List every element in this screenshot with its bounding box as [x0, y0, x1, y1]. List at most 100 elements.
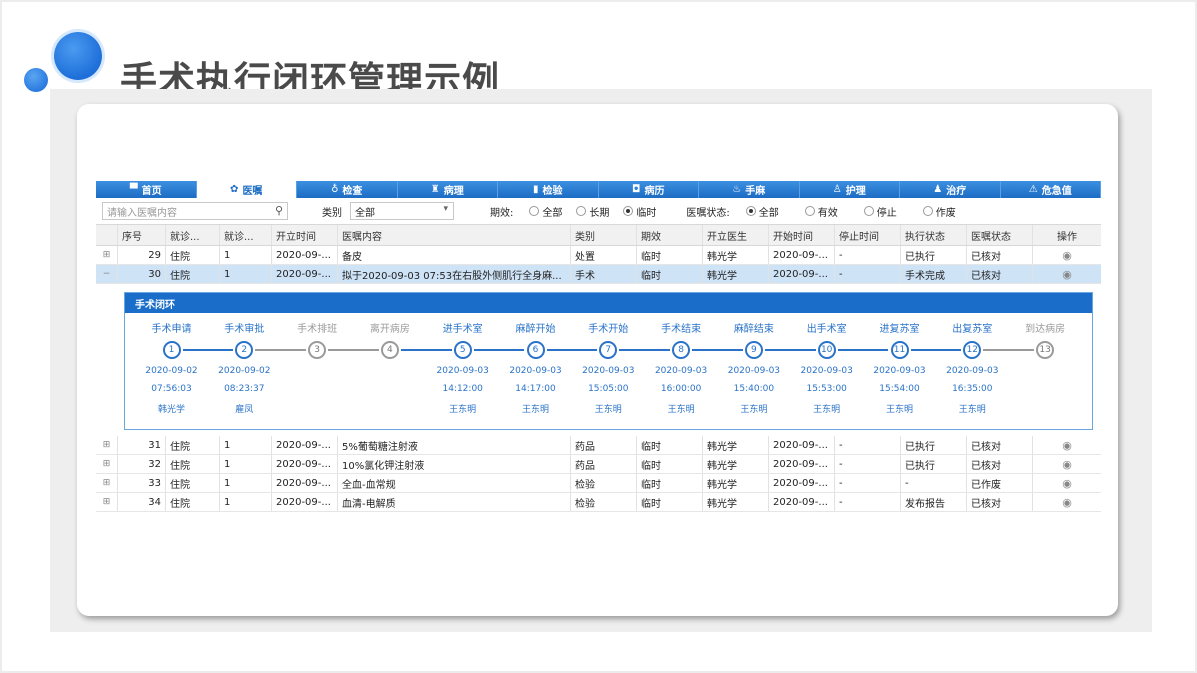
step-person: 王东明 — [740, 405, 768, 415]
period-radio-1[interactable]: 长期 — [576, 204, 609, 219]
view-eye-icon[interactable]: ◉ — [1033, 455, 1101, 473]
loop-step[interactable]: 进手术室 5 2020-09-03 14:12:00 王东明 — [426, 313, 499, 415]
radio-circle[interactable] — [922, 206, 933, 216]
column-header[interactable]: 序号 — [118, 225, 166, 245]
tab-label: 治疗 — [946, 186, 967, 197]
table-row[interactable]: ⊞ 34 住院 1 2020-09-... 血清-电解质 检验 临时 韩光学 2020-09-..… — [96, 493, 1101, 512]
step-time: 15:05:00 — [588, 384, 629, 394]
tab-home[interactable]: ▀ 首页 — [96, 181, 197, 198]
radio-circle[interactable] — [863, 206, 874, 216]
loop-step[interactable]: 离开病房 4 — [353, 313, 426, 415]
loop-step[interactable]: 出手术室 10 2020-09-03 15:53:00 王东明 — [790, 313, 863, 415]
step-date: 2020-09-02 — [218, 366, 271, 376]
column-header[interactable]: 开立医生 — [703, 225, 769, 245]
filter-bar: 请输入医嘱内容 ⚲ 类别 全部 ▾ 期效: 全部 长期 临时 医嘱状态: 全部 有效 停… — [96, 198, 1101, 224]
loop-step[interactable]: 手术排班 3 — [281, 313, 354, 415]
column-header[interactable]: 期效 — [637, 225, 703, 245]
column-header[interactable]: 就诊... — [220, 225, 272, 245]
step-connector — [328, 349, 379, 351]
tab-pathology[interactable]: ♜ 病理 — [398, 181, 498, 198]
tab-orders[interactable]: ✿ 医嘱 — [196, 181, 297, 198]
cell-exec: 手术完成 — [901, 265, 967, 283]
loop-step[interactable]: 手术开始 7 2020-09-03 15:05:00 王东明 — [572, 313, 645, 415]
cell-v2: 1 — [220, 474, 272, 492]
radio-circle[interactable] — [529, 206, 540, 216]
status-radio-0[interactable]: 全部 — [745, 204, 779, 219]
view-eye-icon[interactable]: ◉ — [1033, 474, 1101, 492]
cell-time: 2020-09-... — [272, 246, 338, 264]
cell-v2: 1 — [220, 493, 272, 511]
status-label: 医嘱状态: — [686, 207, 730, 219]
column-header[interactable]: 医嘱内容 — [338, 225, 571, 245]
tab-treatment[interactable]: ♟ 治疗 — [900, 181, 1001, 198]
status-radio-2[interactable]: 停止 — [863, 204, 897, 219]
radio-circle[interactable] — [745, 206, 756, 216]
step-date: 2020-09-03 — [582, 366, 635, 376]
decor-circle-small — [24, 68, 48, 92]
step-connector — [546, 349, 598, 351]
table-row[interactable]: ⊞ 32 住院 1 2020-09-... 10%氯化钾注射液 药品 临时 韩光学 2020-09… — [96, 455, 1101, 474]
loop-step[interactable]: 出复苏室 12 2020-09-03 16:35:00 王东明 — [936, 313, 1009, 415]
loop-step[interactable]: 手术申请 1 2020-09-02 07:56:03 韩光学 — [135, 313, 208, 415]
period-radio-2[interactable]: 临时 — [623, 204, 656, 219]
table-row[interactable]: ⊞ 33 住院 1 2020-09-... 全血-血常规 检验 临时 韩光学 2020-09-..… — [96, 474, 1101, 493]
period-radio-0[interactable]: 全部 — [529, 204, 562, 219]
loop-step[interactable]: 手术审批 2 2020-09-02 08:23:37 雇凤 — [208, 313, 281, 415]
cell-status: 已核对 — [967, 493, 1033, 511]
radio-circle[interactable] — [576, 206, 587, 216]
category-select[interactable]: 全部 ▾ — [350, 202, 454, 220]
step-number-circle: 8 — [672, 341, 691, 359]
search-icon[interactable]: ⚲ — [275, 204, 283, 217]
cell-time: 2020-09-... — [272, 436, 338, 454]
tab-record[interactable]: ◘ 病历 — [599, 181, 699, 198]
column-header[interactable]: 操作 — [1033, 225, 1101, 245]
radio-circle[interactable] — [623, 206, 634, 216]
tab-exam[interactable]: ♁ 检查 — [297, 181, 398, 198]
expand-icon[interactable]: ⊞ — [96, 493, 118, 511]
cell-exec: 发布报告 — [901, 493, 967, 511]
search-input[interactable]: 请输入医嘱内容 ⚲ — [102, 202, 288, 220]
step-date: 2020-09-03 — [509, 366, 562, 376]
loop-step[interactable]: 到达病房 13 — [1009, 313, 1082, 415]
tab-label: 检验 — [542, 186, 563, 197]
tab-anesthesia[interactable]: ♨ 手麻 — [699, 181, 800, 198]
expand-icon[interactable]: ⊞ — [96, 455, 118, 473]
cell-start: 2020-09-... — [769, 436, 835, 454]
view-eye-icon[interactable]: ◉ — [1033, 493, 1101, 511]
status-radio-3[interactable]: 作废 — [922, 204, 956, 219]
step-date: 2020-09-03 — [946, 366, 999, 376]
expand-icon[interactable]: ⊞ — [96, 436, 118, 454]
warning-icon: ⚠ — [1028, 184, 1038, 195]
tab-warning[interactable]: ⚠ 危急值 — [1001, 181, 1101, 198]
tab-lab[interactable]: ▮ 检验 — [498, 181, 599, 198]
step-time: 08:23:37 — [224, 384, 265, 394]
column-header[interactable]: 就诊... — [166, 225, 220, 245]
loop-step[interactable]: 手术结束 8 2020-09-03 16:00:00 王东明 — [645, 313, 718, 415]
loop-step[interactable]: 麻醉结束 9 2020-09-03 15:40:00 王东明 — [717, 313, 790, 415]
column-header[interactable]: 开始时间 — [769, 225, 835, 245]
step-person: 雇凤 — [235, 405, 254, 415]
step-name: 麻醉结束 — [733, 324, 774, 335]
column-header[interactable]: 停止时间 — [835, 225, 901, 245]
column-header[interactable]: 医嘱状态 — [967, 225, 1033, 245]
tab-nursing[interactable]: ♙ 护理 — [800, 181, 900, 198]
cell-no: 31 — [118, 436, 166, 454]
step-time — [353, 384, 426, 397]
table-row[interactable]: ⊞ 29 住院 1 2020-09-... 备皮 处置 临时 韩光学 2020-09-... - 已执… — [96, 246, 1101, 265]
status-radio-1[interactable]: 有效 — [804, 204, 838, 219]
column-header[interactable]: 类别 — [571, 225, 637, 245]
loop-step[interactable]: 进复苏室 11 2020-09-03 15:54:00 王东明 — [863, 313, 936, 415]
collapse-icon[interactable]: − — [96, 265, 118, 283]
radio-circle[interactable] — [804, 206, 815, 216]
expand-icon[interactable]: ⊞ — [96, 246, 118, 264]
column-header[interactable]: 执行状态 — [901, 225, 967, 245]
cell-time: 2020-09-... — [272, 455, 338, 473]
loop-step[interactable]: 麻醉开始 6 2020-09-03 14:17:00 王东明 — [499, 313, 572, 415]
table-row[interactable]: ⊞ 31 住院 1 2020-09-... 5%葡萄糖注射液 药品 临时 韩光学 2020-09-… — [96, 436, 1101, 455]
expand-icon[interactable]: ⊞ — [96, 474, 118, 492]
view-eye-icon[interactable]: ◉ — [1033, 246, 1101, 264]
column-header[interactable]: 开立时间 — [272, 225, 338, 245]
table-row[interactable]: −30 住院 1 2020-09-... 拟于2020-09-03 07:53在右股外侧… — [96, 265, 1101, 284]
view-eye-icon[interactable]: ◉ — [1033, 265, 1101, 283]
view-eye-icon[interactable]: ◉ — [1033, 436, 1101, 454]
